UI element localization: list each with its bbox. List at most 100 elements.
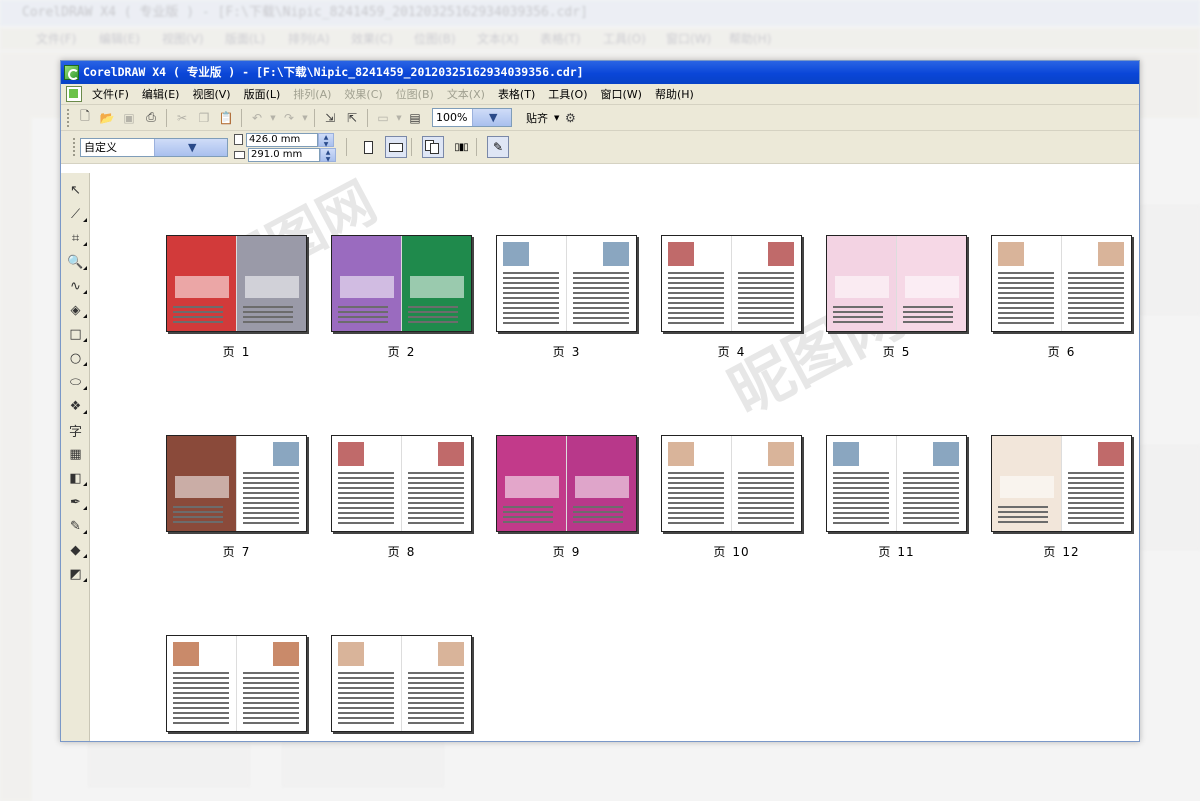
page-thumbnail[interactable]	[496, 235, 637, 332]
shape-tool-icon[interactable]: ⟋	[61, 202, 90, 226]
application-launcher-icon[interactable]: ▭	[372, 108, 394, 128]
launcher-dropdown-icon[interactable]: ▼	[394, 114, 404, 122]
all-pages-button[interactable]	[422, 136, 444, 158]
interactive-blend-tool-icon[interactable]: ◧	[61, 466, 90, 490]
text-line	[338, 482, 394, 484]
export-icon[interactable]: ⇱	[341, 108, 363, 128]
text-line	[408, 517, 464, 519]
page-thumbnail-card[interactable]: 页13	[166, 635, 307, 741]
units-button[interactable]: ✎	[487, 136, 509, 158]
text-line	[738, 277, 794, 279]
menu-item-3[interactable]: 视图(V)	[192, 86, 239, 102]
page-thumbnail-card[interactable]: 页1	[166, 235, 307, 360]
zoom-tool-icon[interactable]: 🔍	[61, 250, 90, 274]
outline-tool-icon[interactable]: ✎	[61, 514, 90, 538]
page-thumbnail[interactable]	[331, 435, 472, 532]
menu-item-7[interactable]: 位图(B)	[396, 86, 443, 102]
page-thumbnail[interactable]	[331, 235, 472, 332]
page-thumbnail[interactable]	[661, 235, 802, 332]
page-thumbnail[interactable]	[166, 635, 307, 732]
pick-tool-icon[interactable]: ↖	[61, 178, 90, 202]
page-sorter-canvas[interactable]: 昵图网 昵图网 页1页2页3页4页5页6页7页8页9页10页11页12页13页1…	[91, 170, 1139, 741]
basic-shapes-tool-icon[interactable]: ❖	[61, 394, 90, 418]
page-thumbnail[interactable]	[166, 235, 307, 332]
page-thumbnail[interactable]	[991, 435, 1132, 532]
page-thumbnail-card[interactable]: 页6	[991, 235, 1132, 360]
page-thumbnail-card[interactable]: 页 10	[661, 435, 802, 560]
page-thumbnail-card[interactable]: 页14	[331, 635, 472, 741]
text-line	[243, 707, 299, 709]
new-document-icon[interactable]: 🗋	[74, 108, 96, 128]
width-spinner-icon[interactable]: ▲ ▼	[318, 132, 334, 148]
save-icon[interactable]: ▣	[118, 108, 140, 128]
page-width-input[interactable]: 426.0 mm	[246, 132, 318, 147]
page-thumbnail-card[interactable]: 页9	[496, 435, 637, 560]
menu-item-5[interactable]: 排列(A)	[293, 86, 340, 102]
page-thumbnail[interactable]	[496, 435, 637, 532]
ellipse-tool-icon[interactable]: ○	[61, 346, 90, 370]
document-icon[interactable]	[66, 86, 82, 102]
menu-item-4[interactable]: 版面(L)	[244, 86, 290, 102]
welcome-screen-icon[interactable]: ▤	[404, 108, 426, 128]
crop-tool-icon[interactable]: ⌗	[61, 226, 90, 250]
page-size-select[interactable]: 自定义 ▼	[80, 137, 228, 157]
menu-item-1[interactable]: 文件(F)	[92, 86, 138, 102]
cut-icon[interactable]: ✂	[171, 108, 193, 128]
page-height-input[interactable]: 291.0 mm	[248, 147, 320, 162]
redo-dropdown-icon[interactable]: ▼	[300, 114, 310, 122]
zoom-level-select[interactable]: 100% ▼	[432, 108, 512, 127]
fill-tool-icon[interactable]: ◆	[61, 538, 90, 562]
redo-icon[interactable]: ↷	[278, 108, 300, 128]
undo-dropdown-icon[interactable]: ▼	[268, 114, 278, 122]
menu-item-10[interactable]: 工具(O)	[548, 86, 596, 102]
eyedropper-tool-icon[interactable]: ✒	[61, 490, 90, 514]
menu-item-6[interactable]: 效果(C)	[344, 86, 391, 102]
page-thumbnail-card[interactable]: 页8	[331, 435, 472, 560]
menu-item-11[interactable]: 窗口(W)	[601, 86, 651, 102]
snap-to-button[interactable]: 贴齐	[526, 110, 548, 126]
menu-item-8[interactable]: 文本(X)	[447, 86, 494, 102]
height-spinner-icon[interactable]: ▲ ▼	[320, 147, 336, 163]
print-icon[interactable]: ⎙	[140, 108, 162, 128]
property-bar-grip[interactable]	[73, 138, 76, 156]
page-thumbnail-card[interactable]: 页5	[826, 235, 967, 360]
menu-item-12[interactable]: 帮助(H)	[655, 86, 703, 102]
menu-item-2[interactable]: 编辑(E)	[142, 86, 189, 102]
toolbar-grip[interactable]	[67, 108, 70, 127]
options-icon[interactable]: ⚙	[559, 108, 581, 128]
menu-item-9[interactable]: 表格(T)	[498, 86, 544, 102]
page-thumbnail[interactable]	[661, 435, 802, 532]
text-line	[243, 692, 299, 694]
page-thumbnail[interactable]	[166, 435, 307, 532]
current-page-button[interactable]: ▯▮▯	[450, 136, 472, 158]
page-thumbnail-card[interactable]: 页 11	[826, 435, 967, 560]
page-thumbnail[interactable]	[991, 235, 1132, 332]
paste-icon[interactable]: 📋	[215, 108, 237, 128]
chevron-down-icon[interactable]: ▼	[153, 138, 227, 156]
freehand-tool-icon[interactable]: ∿	[61, 274, 90, 298]
page-thumbnail[interactable]	[331, 635, 472, 732]
page-thumbnail-card[interactable]: 页4	[661, 235, 802, 360]
text-tool-icon[interactable]: 字	[61, 418, 90, 442]
import-icon[interactable]: ⇲	[319, 108, 341, 128]
page-thumbnail-card[interactable]: 页2	[331, 235, 472, 360]
chevron-down-icon[interactable]: ▼	[471, 109, 511, 126]
table-tool-icon[interactable]: ▦	[61, 442, 90, 466]
text-line	[243, 487, 299, 489]
text-line	[668, 512, 724, 514]
undo-icon[interactable]: ↶	[246, 108, 268, 128]
open-folder-icon[interactable]: 📂	[96, 108, 118, 128]
page-thumbnail-card[interactable]: 页7	[166, 435, 307, 560]
rectangle-tool-icon[interactable]: □	[61, 322, 90, 346]
page-thumbnail-card[interactable]: 页3	[496, 235, 637, 360]
page-thumbnail[interactable]	[826, 235, 967, 332]
landscape-orientation-button[interactable]	[385, 136, 407, 158]
page-thumbnail[interactable]	[826, 435, 967, 532]
page-thumbnail-card[interactable]: 页 12	[991, 435, 1132, 560]
portrait-orientation-button[interactable]	[357, 136, 379, 158]
title-bar[interactable]: CorelDRAW X4 ( 专业版 ) - [F:\下载\Nipic_8241…	[61, 61, 1139, 84]
copy-icon[interactable]: ❐	[193, 108, 215, 128]
smart-fill-tool-icon[interactable]: ◈	[61, 298, 90, 322]
interactive-fill-tool-icon[interactable]: ◩	[61, 562, 90, 586]
polygon-tool-icon[interactable]: ⬭	[61, 370, 90, 394]
